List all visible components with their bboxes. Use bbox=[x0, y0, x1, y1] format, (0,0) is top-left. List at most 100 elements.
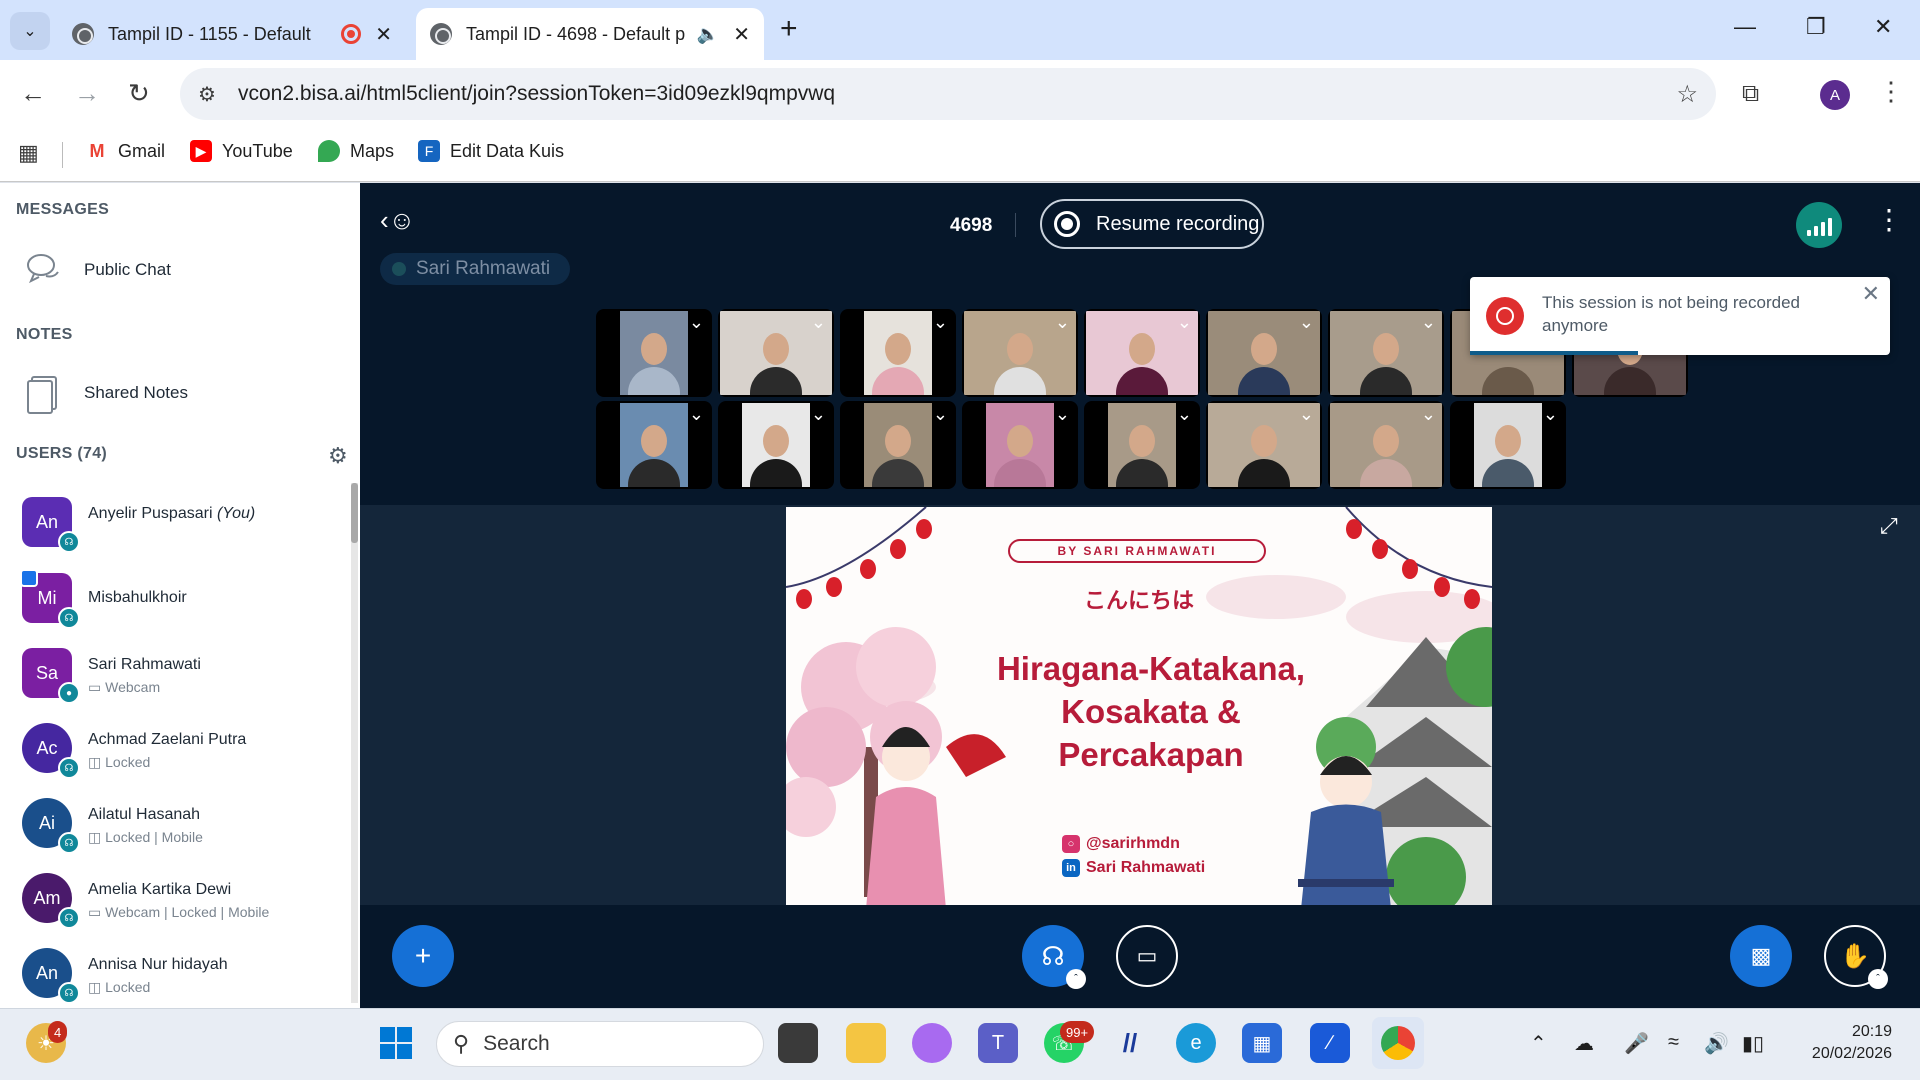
actions-plus-button[interactable]: + bbox=[392, 925, 454, 987]
webcam-tile[interactable]: ⌄ bbox=[1084, 309, 1200, 397]
teams-icon[interactable]: T bbox=[978, 1023, 1018, 1063]
user-status: ▭ Webcam bbox=[88, 679, 161, 695]
ms-store-icon[interactable]: ▦ bbox=[1242, 1023, 1282, 1063]
webcam-icon: ▭ bbox=[88, 904, 102, 920]
edge-icon[interactable]: e bbox=[1176, 1023, 1216, 1063]
globe-icon bbox=[430, 23, 452, 45]
webcam-tile[interactable]: ⌄ bbox=[1328, 309, 1444, 397]
connection-status-button[interactable] bbox=[1796, 202, 1842, 248]
bookmark-maps[interactable]: Maps bbox=[318, 140, 394, 162]
scrollbar-thumb[interactable] bbox=[351, 483, 358, 543]
webcam-tile[interactable]: ⌄ bbox=[1206, 309, 1322, 397]
volume-icon[interactable]: 🔊 bbox=[1704, 1031, 1729, 1056]
microphone-icon[interactable]: 🎤 bbox=[1624, 1031, 1649, 1056]
hashtag-app-icon[interactable]: // bbox=[1110, 1023, 1150, 1063]
linkedin-icon: in bbox=[1062, 859, 1080, 877]
reload-icon[interactable]: ↻ bbox=[128, 78, 150, 108]
url-text: vcon2.bisa.ai/html5client/join?sessionTo… bbox=[238, 82, 836, 105]
system-clock[interactable]: 20:19 20/02/2026 bbox=[1792, 1021, 1892, 1065]
onedrive-icon[interactable]: ☁ bbox=[1574, 1031, 1594, 1056]
presentation-slide[interactable]: BY SARI RAHMAWATI こんにちは Hiragana-Katakan… bbox=[786, 507, 1492, 909]
windows-taskbar: ☀ 4 ⚲ Search T ☏ 99+ // e ▦ ∕ ⌃ ☁ 🎤 ≈ 🔊 … bbox=[0, 1008, 1920, 1080]
toggle-user-list-icon[interactable]: ‹☺ bbox=[380, 205, 415, 236]
close-tab-icon[interactable]: ✕ bbox=[733, 22, 750, 47]
webcam-tile[interactable]: ⌄ bbox=[962, 401, 1078, 489]
bookmark-edit-data-kuis[interactable]: F Edit Data Kuis bbox=[418, 140, 564, 162]
webcam-tile[interactable]: ⌄ bbox=[1450, 401, 1566, 489]
extensions-icon[interactable]: ⧉ bbox=[1742, 80, 1759, 108]
shared-notes-item[interactable]: Shared Notes bbox=[22, 371, 188, 415]
address-bar[interactable]: ⚙ vcon2.bisa.ai/html5client/join?session… bbox=[180, 68, 1716, 120]
back-arrow-icon[interactable]: ← bbox=[20, 78, 46, 108]
profile-avatar[interactable]: A bbox=[1820, 80, 1850, 110]
bookmarks-bar: ▦ M Gmail ▶ YouTube Maps F Edit Data Kui… bbox=[0, 128, 1920, 182]
webcam-tile[interactable]: ⌄ bbox=[1328, 401, 1444, 489]
user-list-scrollbar[interactable] bbox=[351, 483, 358, 1003]
apps-grid-icon[interactable]: ▦ bbox=[18, 140, 39, 166]
webcam-tile[interactable]: ⌄ bbox=[840, 401, 956, 489]
chevron-up-icon[interactable]: ⌃ bbox=[1530, 1031, 1547, 1056]
tab-search-button[interactable]: ⌄ bbox=[10, 12, 50, 50]
battery-icon[interactable]: ▮▯ bbox=[1742, 1031, 1764, 1056]
hand-icon: ✋ bbox=[1840, 942, 1870, 970]
audio-options-caret[interactable]: ˆ bbox=[1066, 969, 1086, 989]
resume-recording-button[interactable]: Resume recording bbox=[1040, 199, 1264, 249]
bookmark-gmail[interactable]: M Gmail bbox=[86, 140, 165, 162]
chevron-down-icon: ⌄ bbox=[1176, 404, 1192, 424]
chevron-down-icon: ⌄ bbox=[1298, 312, 1314, 332]
reactions-caret[interactable]: ˆ bbox=[1868, 969, 1888, 989]
browser-tab-inactive[interactable]: Tampil ID - 1155 - Default ✕ bbox=[58, 8, 406, 60]
signal-bar bbox=[1827, 218, 1832, 236]
bookmark-youtube[interactable]: ▶ YouTube bbox=[190, 140, 293, 162]
chrome-taskbar-button[interactable] bbox=[1372, 1017, 1424, 1069]
headphones-icon: ☊ bbox=[58, 832, 80, 854]
close-window-icon[interactable]: ✕ bbox=[1874, 14, 1892, 40]
bookmark-star-icon[interactable]: ☆ bbox=[1676, 80, 1698, 109]
public-chat-label: Public Chat bbox=[84, 260, 171, 279]
user-list-item[interactable]: Ac ☊ Achmad Zaelani Putra ◫ Locked bbox=[22, 723, 342, 785]
chevron-down-icon: ⌄ bbox=[932, 404, 948, 424]
public-chat-item[interactable]: Public Chat bbox=[22, 248, 171, 292]
user-list-item[interactable]: Sa ● Sari Rahmawati ▭ Webcam bbox=[22, 648, 342, 710]
task-view-icon[interactable] bbox=[778, 1023, 818, 1063]
new-tab-button[interactable]: + bbox=[780, 14, 798, 44]
webcam-tile[interactable]: ⌄ bbox=[718, 401, 834, 489]
webcam-tile[interactable]: ⌄ bbox=[1206, 401, 1322, 489]
talking-dot bbox=[392, 262, 406, 276]
close-icon[interactable]: ✕ bbox=[1862, 281, 1880, 307]
browser-menu-icon[interactable]: ⋮ bbox=[1878, 76, 1904, 107]
search-placeholder: Search bbox=[483, 1032, 550, 1055]
fullscreen-icon[interactable]: ⤢ bbox=[1880, 513, 1898, 539]
options-menu-icon[interactable]: ⋮ bbox=[1875, 203, 1903, 236]
user-list-item[interactable]: An ☊ Anyelir Puspasari (You) bbox=[22, 497, 342, 559]
user-list-item[interactable]: Am ☊ Amelia Kartika Dewi ▭ Webcam | Lock… bbox=[22, 873, 342, 935]
lock-icon: ◫ bbox=[88, 829, 102, 845]
user-list-item[interactable]: An ☊ Annisa Nur hidayah ◫ Locked bbox=[22, 948, 342, 1010]
record-icon bbox=[1054, 211, 1080, 237]
user-name: Amelia Kartika Dewi bbox=[88, 881, 232, 898]
forward-arrow-icon[interactable]: → bbox=[74, 78, 100, 108]
copilot-icon[interactable] bbox=[912, 1023, 952, 1063]
webcam-tile[interactable]: ⌄ bbox=[596, 309, 712, 397]
restore-icon[interactable]: ❐ bbox=[1806, 14, 1826, 40]
webcam-tile[interactable]: ⌄ bbox=[840, 309, 956, 397]
webcam-tile[interactable]: ⌄ bbox=[718, 309, 834, 397]
user-list-item[interactable]: Mi ☊ Misbahulkhoir bbox=[20, 569, 342, 635]
gear-icon[interactable]: ⚙ bbox=[328, 443, 348, 469]
browser-tab-active[interactable]: Tampil ID - 4698 - Default p 🔈 ✕ bbox=[416, 8, 764, 60]
webcam-tile[interactable]: ⌄ bbox=[596, 401, 712, 489]
file-explorer-icon[interactable] bbox=[846, 1023, 886, 1063]
windows-start-icon[interactable] bbox=[376, 1023, 416, 1063]
taskbar-search[interactable]: ⚲ Search bbox=[436, 1021, 764, 1067]
user-list-item[interactable]: Ai ☊ Ailatul Hasanah ◫ Locked | Mobile bbox=[22, 798, 342, 860]
close-tab-icon[interactable]: ✕ bbox=[375, 22, 392, 47]
site-info-icon[interactable]: ⚙ bbox=[198, 82, 222, 107]
webcam-tile[interactable]: ⌄ bbox=[962, 309, 1078, 397]
presentation-button[interactable]: ▩ bbox=[1730, 925, 1792, 987]
minimize-icon[interactable]: — bbox=[1734, 14, 1756, 40]
share-webcam-button[interactable]: ▭ bbox=[1116, 925, 1178, 987]
vscode-style-app-icon[interactable]: ∕ bbox=[1310, 1023, 1350, 1063]
webcam-tile[interactable]: ⌄ bbox=[1084, 401, 1200, 489]
wifi-icon[interactable]: ≈ bbox=[1668, 1031, 1679, 1054]
speaker-icon[interactable]: 🔈 bbox=[697, 24, 719, 45]
